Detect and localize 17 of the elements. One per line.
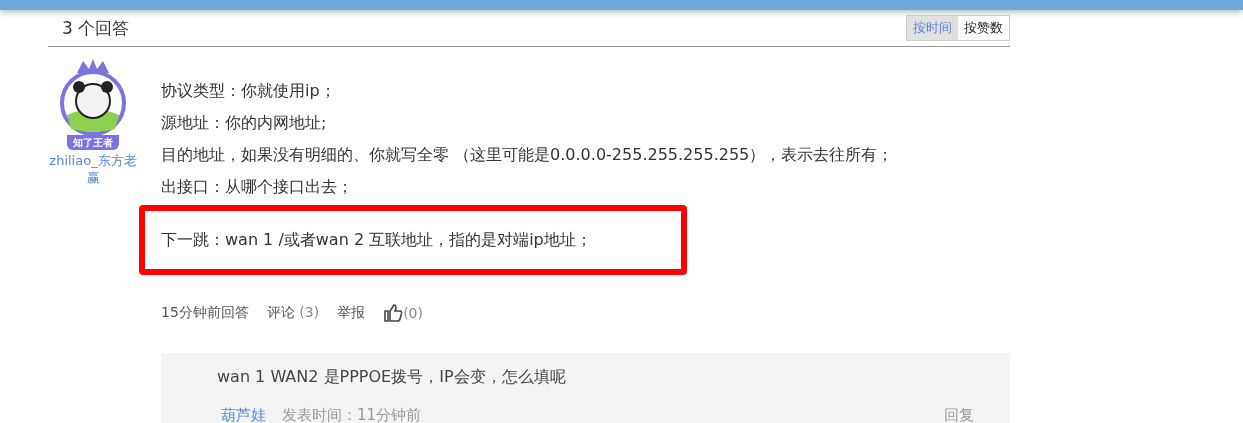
like-button[interactable]: (0) bbox=[383, 303, 423, 323]
user-badge: 知了王者 bbox=[67, 135, 119, 150]
answer-text: 出接口：从哪个接口出去； bbox=[161, 176, 354, 198]
reply-link[interactable]: 回复 bbox=[944, 406, 974, 423]
commenter-name[interactable]: 葫芦娃 bbox=[221, 406, 266, 423]
comment-text: wan 1 WAN2 是PPPOE拨号，IP会变，怎么填呢 bbox=[217, 367, 567, 388]
comment-link[interactable]: 评论 (3) bbox=[266, 304, 320, 322]
author-name[interactable]: zhiliao_东方老赢 bbox=[48, 152, 138, 186]
answer-text: 目的地址，如果没有明细的、你就写全零 （这里可能是0.0.0.0-255.255.255.255），表示去往所有； bbox=[161, 144, 895, 166]
comment-time: 发表时间：11分钟前 bbox=[282, 406, 422, 423]
answer-text: 下一跳：wan 1 /或者wan 2 互联地址，指的是对端ip地址； bbox=[161, 229, 592, 251]
report-link[interactable]: 举报 bbox=[337, 304, 366, 322]
answer-text: 源地址：你的内网地址; bbox=[161, 112, 328, 134]
answer-count: 3 个回答 bbox=[62, 16, 130, 40]
answer-text: 协议类型：你就使用ip； bbox=[161, 80, 337, 102]
answer-time: 15分钟前回答 bbox=[161, 304, 249, 322]
sort-tab[interactable]: 按时间 bbox=[907, 16, 958, 40]
